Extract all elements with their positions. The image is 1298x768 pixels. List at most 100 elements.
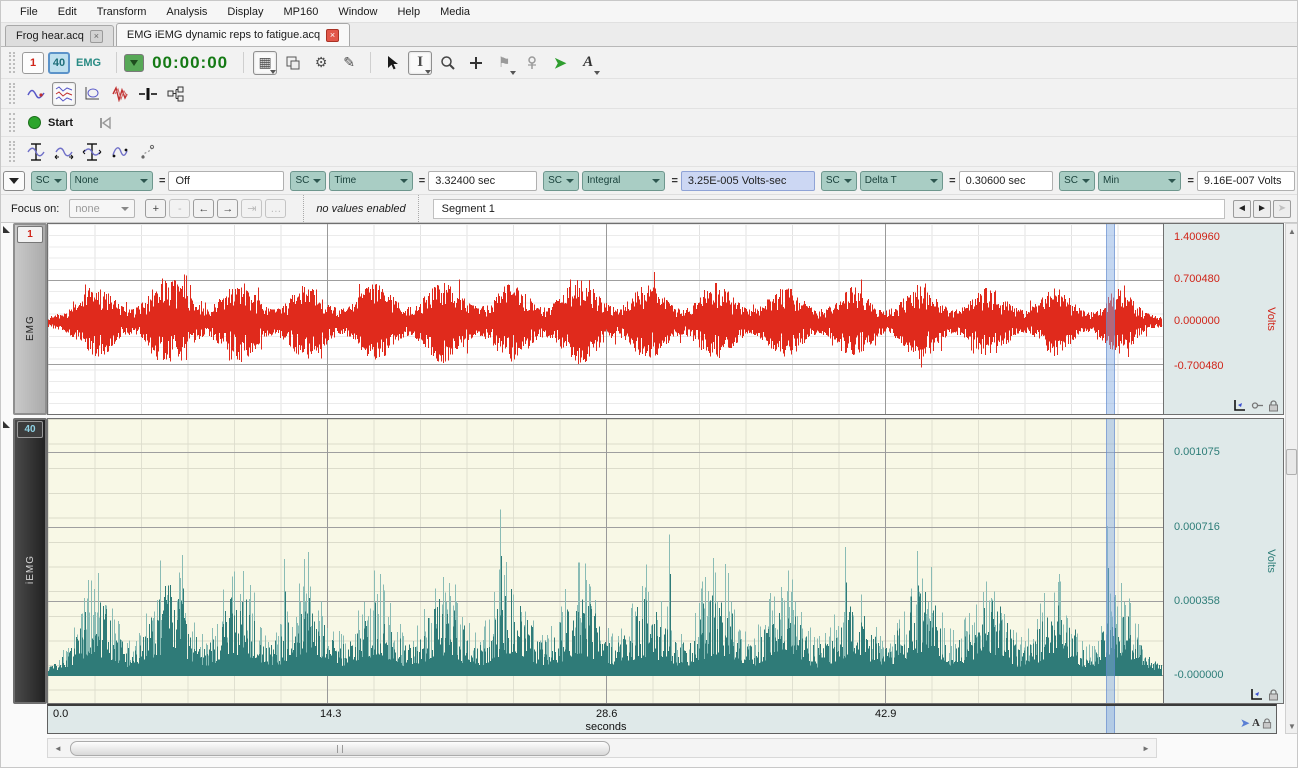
close-tab-icon[interactable]: × bbox=[90, 30, 103, 43]
zoom-tool-button[interactable] bbox=[436, 51, 460, 75]
focus-selector[interactable]: none bbox=[69, 199, 135, 218]
pin-axis-icon[interactable] bbox=[1251, 400, 1264, 411]
menu-edit[interactable]: Edit bbox=[49, 3, 86, 21]
reset-chart-icon[interactable] bbox=[136, 140, 160, 164]
toolbar-grip[interactable] bbox=[9, 141, 15, 161]
menu-window[interactable]: Window bbox=[329, 3, 386, 21]
menu-file[interactable]: File bbox=[11, 3, 47, 21]
iemg-waveform-plot[interactable] bbox=[47, 418, 1163, 704]
channel-iemg-bar[interactable]: 40 iEMG bbox=[13, 418, 47, 704]
focus-next-button[interactable]: → bbox=[217, 199, 238, 218]
xy-mode-icon[interactable] bbox=[80, 82, 104, 106]
selection-cursor[interactable] bbox=[1106, 419, 1115, 703]
go-to-event-button[interactable]: ➤ bbox=[548, 51, 572, 75]
crosshair-tool-button[interactable] bbox=[464, 51, 488, 75]
pushpin-tool-button[interactable] bbox=[520, 51, 544, 75]
ibeam-selection-tool-button[interactable]: I bbox=[408, 51, 432, 75]
tab-emg-iemg-fatigue[interactable]: EMG iEMG dynamic reps to fatigue.acq × bbox=[116, 23, 350, 46]
start-record-icon[interactable] bbox=[28, 116, 41, 129]
toolbar-grip[interactable] bbox=[9, 52, 15, 74]
focus-prev-button[interactable]: ← bbox=[193, 199, 214, 218]
measurement-4-function-select[interactable]: Delta T bbox=[860, 171, 943, 191]
menu-media[interactable]: Media bbox=[431, 3, 479, 21]
autoscale-vertical-icon[interactable] bbox=[24, 140, 48, 164]
axis-setup-icon[interactable] bbox=[1250, 688, 1264, 701]
lock-scale-icon[interactable] bbox=[1268, 400, 1279, 412]
measurement-3-channel-select[interactable]: SC bbox=[543, 171, 579, 191]
measurement-5-channel-select[interactable]: SC bbox=[1059, 171, 1095, 191]
measurement-5-function-select[interactable]: Min bbox=[1098, 171, 1181, 191]
channel-40-button[interactable]: 40 bbox=[48, 52, 70, 74]
scroll-down-icon[interactable]: ▼ bbox=[1286, 719, 1298, 733]
focus-status-text: no values enabled bbox=[303, 195, 418, 222]
segment-options-button[interactable]: ➤ bbox=[1273, 200, 1291, 218]
emg-waveform-plot[interactable] bbox=[47, 223, 1163, 415]
focus-add-button[interactable]: + bbox=[145, 199, 166, 218]
text-annotation-tool-button[interactable]: A bbox=[576, 51, 600, 75]
toolbar-grip[interactable] bbox=[9, 83, 15, 103]
arrow-tool-button[interactable] bbox=[380, 51, 404, 75]
menu-help[interactable]: Help bbox=[388, 3, 429, 21]
measurement-1-channel-select[interactable]: SC bbox=[31, 171, 67, 191]
segment-prev-icon[interactable]: ◄ bbox=[1233, 200, 1251, 218]
autoplot-skip-icon[interactable]: ➤ bbox=[1240, 716, 1250, 730]
time-axis-unit-label: seconds bbox=[586, 721, 627, 733]
measurement-4-channel-select[interactable]: SC bbox=[821, 171, 857, 191]
toolbar-grip[interactable] bbox=[9, 113, 15, 132]
menu-analysis[interactable]: Analysis bbox=[157, 3, 216, 21]
horizontal-scrollbar[interactable]: ◄ ► bbox=[47, 738, 1157, 758]
journal-button[interactable]: ✎ bbox=[337, 51, 361, 75]
measurement-2-channel-select[interactable]: SC bbox=[290, 171, 326, 191]
grid-options-button[interactable]: ▦ bbox=[253, 51, 277, 75]
event-flag-tool-button[interactable]: ⚑ bbox=[492, 51, 516, 75]
scroll-up-icon[interactable]: ▲ bbox=[1286, 224, 1298, 238]
collapse-channel-iemg-button[interactable] bbox=[3, 421, 10, 428]
preferences-gears-button[interactable]: ⚙ bbox=[309, 51, 333, 75]
autoscale-time-icon[interactable]: A bbox=[1252, 717, 1260, 729]
lock-scale-icon[interactable] bbox=[1268, 689, 1279, 701]
menu-display[interactable]: Display bbox=[218, 3, 272, 21]
scroll-right-icon[interactable]: ► bbox=[1138, 741, 1154, 756]
rewind-to-start-icon[interactable] bbox=[93, 111, 117, 135]
start-button[interactable]: Start bbox=[48, 117, 73, 129]
chart-mode-icon[interactable] bbox=[52, 82, 76, 106]
vertical-scrollbar-thumb[interactable] bbox=[1286, 449, 1297, 475]
time-axis-bar[interactable]: 0.0 14.3 28.6 42.9 seconds ➤ A bbox=[47, 704, 1277, 734]
channel-emg-number[interactable]: 1 bbox=[17, 226, 43, 243]
channel-iemg-number[interactable]: 40 bbox=[17, 421, 43, 438]
autoscale-all-icon[interactable] bbox=[80, 140, 104, 164]
marker-mode-icon[interactable] bbox=[136, 82, 160, 106]
axis-setup-icon[interactable] bbox=[1233, 399, 1247, 412]
channel-1-button[interactable]: 1 bbox=[22, 52, 44, 74]
tile-windows-button[interactable] bbox=[281, 51, 305, 75]
emg-vertical-axis[interactable]: 1.400960 0.700480 0.000000 -0.700480 Vol… bbox=[1163, 223, 1284, 415]
overlap-segments-icon[interactable] bbox=[108, 82, 132, 106]
iemg-vertical-axis[interactable]: 0.001075 0.000716 0.000358 -0.000000 Vol… bbox=[1163, 418, 1284, 704]
measurement-1-function-select[interactable]: None bbox=[70, 171, 153, 191]
zoom-previous-icon[interactable] bbox=[108, 140, 132, 164]
focus-remove-button[interactable]: - bbox=[169, 199, 190, 218]
menu-mp160[interactable]: MP160 bbox=[274, 3, 327, 21]
tab-frog-hear[interactable]: Frog hear.acq × bbox=[5, 25, 114, 46]
main-toolbar: 1 40 EMG 00:00:00 ▦ ⚙ ✎ I ⚑ ➤ A bbox=[1, 47, 1297, 79]
tile-layout-icon[interactable] bbox=[164, 82, 188, 106]
channel-emg-bar[interactable]: 1 EMG bbox=[13, 223, 47, 415]
scroll-left-icon[interactable]: ◄ bbox=[50, 741, 66, 756]
vertical-scrollbar[interactable]: ▲ ▼ bbox=[1285, 223, 1298, 734]
menu-transform[interactable]: Transform bbox=[88, 3, 156, 21]
focus-jump-button[interactable]: ⇥ bbox=[241, 199, 262, 218]
horizontal-scrollbar-thumb[interactable] bbox=[70, 741, 610, 756]
measurement-2-function-select[interactable]: Time bbox=[329, 171, 412, 191]
separator bbox=[116, 52, 117, 74]
segment-label-field[interactable]: Segment 1 bbox=[433, 199, 1225, 219]
lock-time-scale-icon[interactable] bbox=[1262, 718, 1272, 729]
collapse-channel-emg-button[interactable] bbox=[3, 226, 10, 233]
autoscale-horizontal-icon[interactable] bbox=[52, 140, 76, 164]
measurement-rows-dropdown-button[interactable] bbox=[3, 171, 25, 191]
measurement-3-function-select[interactable]: Integral bbox=[582, 171, 665, 191]
selection-cursor[interactable] bbox=[1106, 224, 1115, 414]
close-tab-icon[interactable]: × bbox=[326, 29, 339, 42]
focus-more-button[interactable]: … bbox=[265, 199, 286, 218]
segment-next-icon[interactable]: ► bbox=[1253, 200, 1271, 218]
scope-mode-icon[interactable] bbox=[24, 82, 48, 106]
